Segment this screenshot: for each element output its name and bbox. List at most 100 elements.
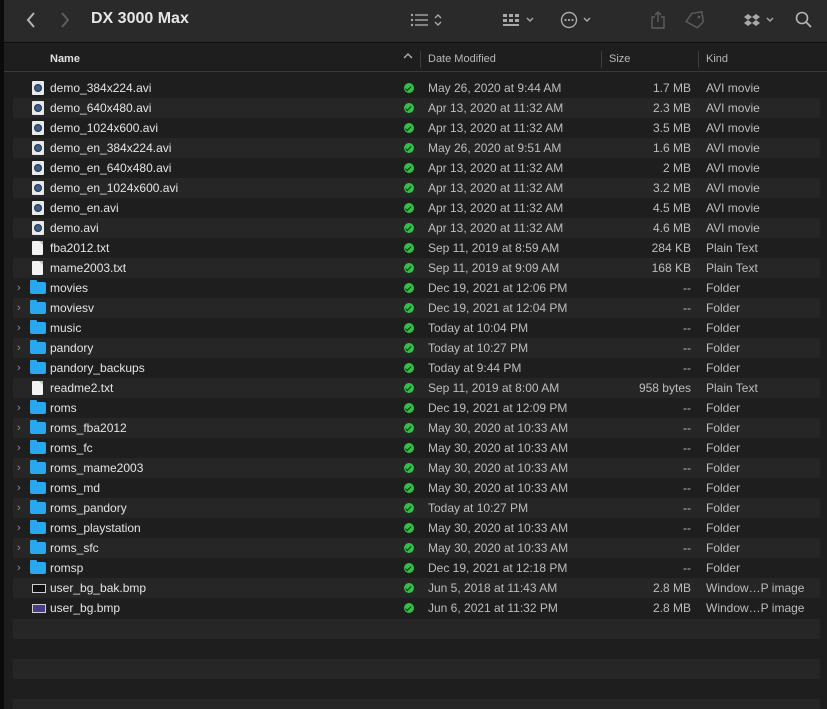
file-name[interactable]: roms_fc — [50, 438, 93, 458]
date-modified: May 26, 2020 at 9:51 AM — [428, 141, 562, 155]
column-divider[interactable] — [698, 51, 699, 68]
table-row[interactable]: › roms_sfc May 30, 2020 at 10:33 AM -- Folde… — [13, 538, 820, 558]
file-name[interactable]: romsp — [50, 558, 83, 578]
dropbox-icon[interactable] — [740, 8, 784, 32]
file-name[interactable]: roms_md — [50, 478, 100, 498]
empty-row — [13, 699, 820, 709]
chevron-left-icon[interactable] — [18, 8, 44, 32]
table-row[interactable]: readme2.txt Sep 11, 2019 at 8:00 AM 958 by… — [13, 378, 820, 398]
file-name[interactable]: user_bg_bak.bmp — [50, 578, 146, 598]
table-row[interactable]: demo_640x480.avi Apr 13, 2020 at 11:32 AM… — [13, 98, 820, 118]
file-name[interactable]: readme2.txt — [50, 378, 113, 398]
disclosure-chevron-icon[interactable]: › — [17, 498, 27, 518]
file-name[interactable]: music — [50, 318, 81, 338]
file-name[interactable]: mame2003.txt — [50, 258, 126, 278]
file-name[interactable]: demo.avi — [50, 218, 99, 238]
file-list: demo_384x224.avi May 26, 2020 at 9:44 AM 1… — [13, 78, 820, 618]
table-row[interactable]: demo_en_640x480.avi Apr 13, 2020 at 11:32… — [13, 158, 820, 178]
table-row[interactable]: demo_en_384x224.avi May 26, 2020 at 9:51 … — [13, 138, 820, 158]
disclosure-chevron-icon[interactable]: › — [17, 318, 27, 338]
disclosure-chevron-icon[interactable]: › — [17, 298, 27, 318]
file-name[interactable]: demo_en.avi — [50, 198, 119, 218]
file-size: 958 bytes — [638, 381, 691, 395]
disclosure-chevron-icon[interactable]: › — [17, 478, 27, 498]
file-name[interactable]: roms_mame2003 — [50, 458, 143, 478]
file-name[interactable]: pandory_backups — [50, 358, 145, 378]
file-kind: AVI movie — [706, 141, 760, 155]
table-row[interactable]: demo_384x224.avi May 26, 2020 at 9:44 AM 1… — [13, 78, 820, 98]
table-row[interactable]: › roms_fc May 30, 2020 at 10:33 AM -- Folder — [13, 438, 820, 458]
file-name[interactable]: roms_pandory — [50, 498, 127, 518]
file-name[interactable]: demo_1024x600.avi — [50, 118, 158, 138]
disclosure-chevron-icon[interactable]: › — [17, 458, 27, 478]
ellipsis-icon[interactable] — [560, 8, 600, 32]
table-row[interactable]: › pandory_backups Today at 9:44 PM -- Folder — [13, 358, 820, 378]
table-row[interactable]: › roms_md May 30, 2020 at 10:33 AM -- Folder — [13, 478, 820, 498]
table-row[interactable]: › roms_fba2012 May 30, 2020 at 10:33 AM -- F… — [13, 418, 820, 438]
sort-chevron-up-icon[interactable] — [403, 51, 413, 64]
table-row[interactable]: › movies Dec 19, 2021 at 12:06 PM -- Folder — [13, 278, 820, 298]
table-row[interactable]: › moviesv Dec 19, 2021 at 12:04 PM -- Folder — [13, 298, 820, 318]
table-row[interactable]: user_bg_bak.bmp Jun 5, 2018 at 11:43 AM 2.… — [13, 578, 820, 598]
file-name[interactable]: roms_sfc — [50, 538, 99, 558]
search-icon[interactable] — [792, 8, 816, 32]
column-divider[interactable] — [601, 51, 602, 68]
tag-icon[interactable] — [682, 8, 708, 32]
date-modified: Dec 19, 2021 at 12:04 PM — [428, 301, 568, 315]
file-name[interactable]: fba2012.txt — [50, 238, 109, 258]
file-name[interactable]: roms_playstation — [50, 518, 141, 538]
table-row[interactable]: › romsp Dec 19, 2021 at 12:18 PM -- Folder — [13, 558, 820, 578]
file-size: -- — [683, 521, 691, 535]
table-row[interactable]: › roms Dec 19, 2021 at 12:09 PM -- Folder — [13, 398, 820, 418]
file-name[interactable]: demo_en_1024x600.avi — [50, 178, 178, 198]
column-divider[interactable] — [420, 51, 421, 68]
list-view-icon[interactable] — [408, 8, 448, 32]
file-name[interactable]: roms_fba2012 — [50, 418, 127, 438]
table-row[interactable]: demo.avi Apr 13, 2020 at 11:32 AM 4.6 MB AV… — [13, 218, 820, 238]
file-name[interactable]: movies — [50, 278, 88, 298]
chevron-right-icon[interactable] — [52, 8, 78, 32]
table-row[interactable]: demo_1024x600.avi Apr 13, 2020 at 11:32 A… — [13, 118, 820, 138]
file-name[interactable]: moviesv — [50, 298, 94, 318]
date-modified: Apr 13, 2020 at 11:32 AM — [428, 201, 564, 215]
file-name[interactable]: demo_en_640x480.avi — [50, 158, 171, 178]
file-name[interactable]: demo_640x480.avi — [50, 98, 151, 118]
table-row[interactable]: mame2003.txt Sep 11, 2019 at 9:09 AM 168 K… — [13, 258, 820, 278]
table-row[interactable]: › music Today at 10:04 PM -- Folder — [13, 318, 820, 338]
disclosure-chevron-icon[interactable]: › — [17, 418, 27, 438]
window-title: DX 3000 Max — [91, 10, 189, 27]
sync-status-icon — [404, 303, 414, 313]
disclosure-chevron-icon[interactable]: › — [17, 358, 27, 378]
table-row[interactable]: › roms_pandory Today at 10:27 PM -- Folder — [13, 498, 820, 518]
file-size: 284 KB — [651, 241, 691, 255]
table-row[interactable]: demo_en.avi Apr 13, 2020 at 11:32 AM 4.5 M… — [13, 198, 820, 218]
file-name[interactable]: roms — [50, 398, 77, 418]
disclosure-chevron-icon[interactable]: › — [17, 518, 27, 538]
disclosure-chevron-icon[interactable]: › — [17, 338, 27, 358]
disclosure-chevron-icon[interactable]: › — [17, 558, 27, 578]
empty-row — [13, 619, 820, 639]
table-row[interactable]: › roms_playstation May 30, 2020 at 10:33 A… — [13, 518, 820, 538]
file-name[interactable]: pandory — [50, 338, 93, 358]
column-kind[interactable]: Kind — [706, 53, 728, 65]
file-name[interactable]: user_bg.bmp — [50, 598, 120, 618]
file-size: -- — [683, 341, 691, 355]
column-date[interactable]: Date Modified — [428, 53, 496, 65]
table-row[interactable]: demo_en_1024x600.avi Apr 13, 2020 at 11:3… — [13, 178, 820, 198]
table-row[interactable]: › roms_mame2003 May 30, 2020 at 10:33 AM --… — [13, 458, 820, 478]
table-row[interactable]: › pandory Today at 10:27 PM -- Folder — [13, 338, 820, 358]
file-name[interactable]: demo_384x224.avi — [50, 78, 151, 98]
disclosure-chevron-icon[interactable]: › — [17, 398, 27, 418]
disclosure-chevron-icon[interactable]: › — [17, 438, 27, 458]
table-row[interactable]: fba2012.txt Sep 11, 2019 at 8:59 AM 284 KB… — [13, 238, 820, 258]
column-size[interactable]: Size — [609, 53, 630, 65]
grid-icon[interactable] — [500, 8, 544, 32]
column-name[interactable]: Name — [50, 53, 80, 65]
folder-icon — [30, 400, 46, 415]
share-icon[interactable] — [646, 8, 670, 32]
table-row[interactable]: user_bg.bmp Jun 6, 2021 at 11:32 PM 2.8 MB… — [13, 598, 820, 618]
disclosure-chevron-icon[interactable]: › — [17, 538, 27, 558]
file-name[interactable]: demo_en_384x224.avi — [50, 138, 171, 158]
disclosure-chevron-icon[interactable]: › — [17, 278, 27, 298]
file-kind: Folder — [706, 341, 741, 355]
